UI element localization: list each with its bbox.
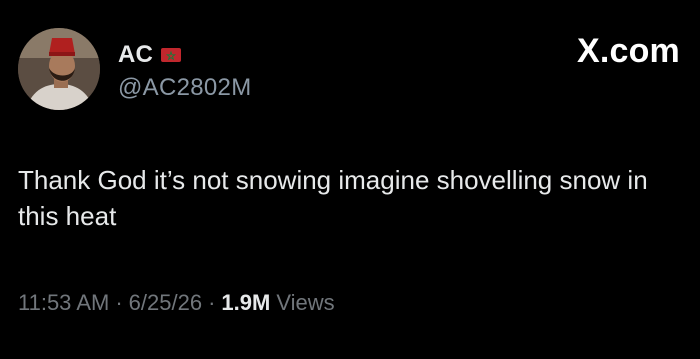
meta-separator: · <box>208 290 216 315</box>
tweet-time[interactable]: 11:53 AM <box>18 290 109 316</box>
tweet-date[interactable]: 6/25/26 <box>129 290 202 316</box>
display-name[interactable]: AC <box>118 41 153 69</box>
avatar[interactable] <box>18 28 100 110</box>
tweet-card: AC @AC2802M X.com Thank God it’s not sno… <box>0 0 700 359</box>
views-count: 1.9M <box>221 290 271 315</box>
brand-watermark: X.com <box>576 32 680 70</box>
views-label: Views <box>276 290 335 315</box>
user-handle[interactable]: @AC2802M <box>118 74 252 102</box>
name-row: AC <box>118 40 252 70</box>
author-block: AC @AC2802M <box>118 40 252 102</box>
tweet-text: Thank God it’s not snowing imagine shove… <box>18 165 648 231</box>
meta-separator: · <box>115 290 123 315</box>
profile-photo-icon <box>18 28 100 110</box>
morocco-flag-icon <box>161 48 182 62</box>
tweet-meta: 11:53 AM · 6/25/26 · 1.9M Views <box>18 290 335 316</box>
